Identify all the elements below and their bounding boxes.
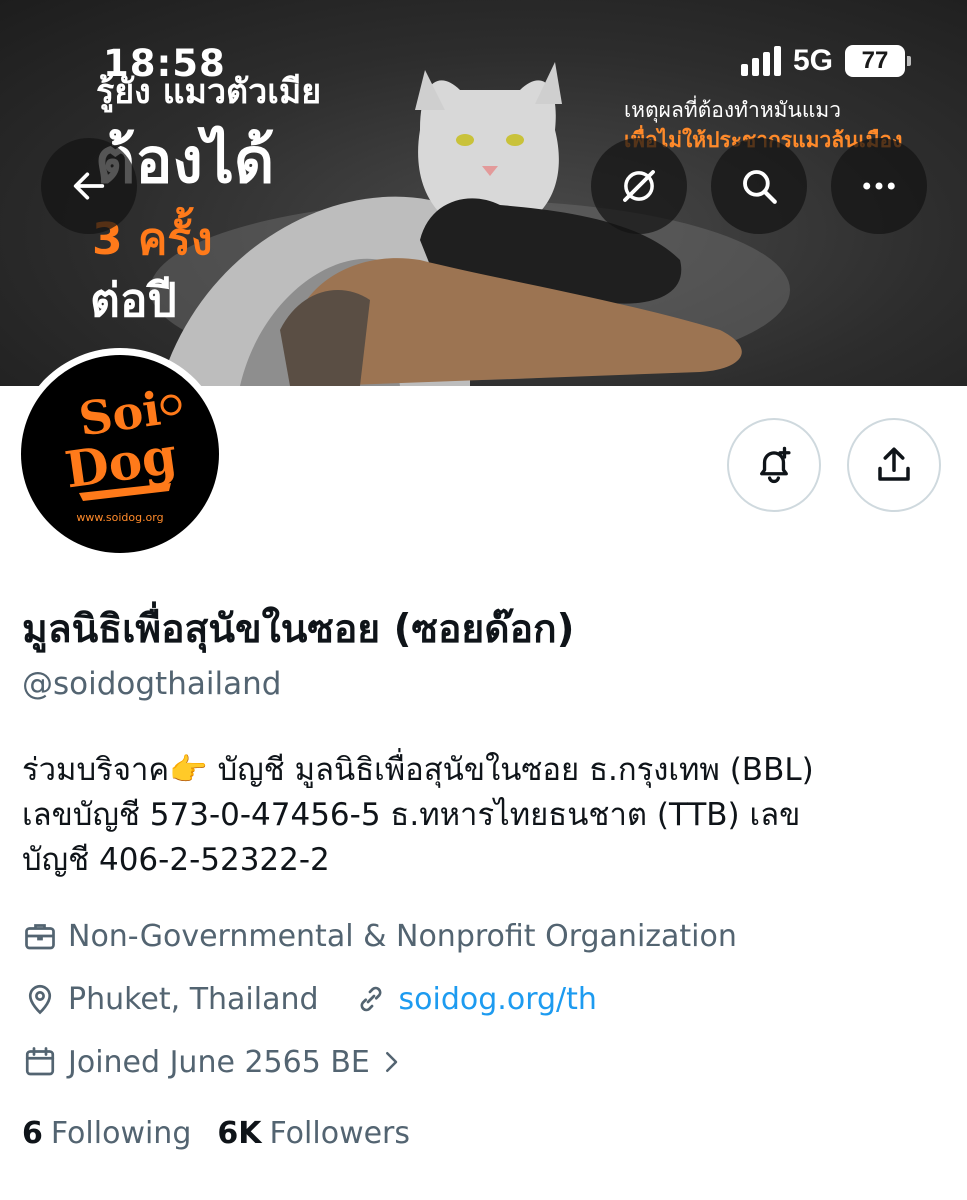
bio-line: เลขบัญชี 573-0-47456-5 ธ.ทหารไทยธนชาต (T… [22, 797, 801, 833]
website-link[interactable]: soidog.org/th [399, 982, 597, 1017]
profile-banner[interactable]: รู้ยัง แมวตัวเมีย ต้องได้ 3 ครั้ง ต่อปี … [0, 0, 967, 386]
following-label: Following [50, 1116, 192, 1151]
followers-label: Followers [269, 1116, 411, 1151]
profile-name: มูลนิธิเพื่อสุนัขในซอย (ซอยด๊อก) [22, 607, 575, 652]
logo-url: www.soidog.org [76, 511, 164, 524]
status-time: 18:58 [103, 42, 226, 85]
more-horizontal-icon [863, 182, 895, 190]
battery-icon: 77 [845, 45, 911, 77]
notifications-button[interactable] [727, 418, 821, 512]
soidog-logo: Soi Dog www.soidog.org [21, 355, 219, 553]
profile-handle: @soidogthailand [22, 666, 282, 702]
profile-stats: 6 Following 6K Followers [22, 1116, 410, 1151]
banner-subtext-1: เหตุผลที่ต้องทำหมันแมว [624, 98, 842, 122]
profile-bio: ร่วมบริจาค👉 บัญชี มูลนิธิเพื่อสุนัขในซอย… [22, 748, 952, 883]
bell-plus-icon [760, 446, 791, 484]
location-text: Phuket, Thailand [68, 981, 319, 1017]
joined-text: Joined June 2565 BE [68, 1044, 370, 1080]
search-button[interactable] [711, 138, 807, 234]
arrow-left-icon [73, 172, 105, 200]
share-button[interactable] [847, 418, 941, 512]
profile-joined-row[interactable]: Joined June 2565 BE [22, 1044, 416, 1080]
followers-link[interactable]: 6K Followers [217, 1116, 410, 1151]
status-indicators: 5G 77 [740, 44, 911, 78]
grok-slash-icon [623, 170, 655, 202]
search-icon [743, 170, 777, 204]
link-icon [360, 986, 382, 1012]
briefcase-icon [25, 924, 55, 950]
following-count: 6 [22, 1116, 43, 1151]
category-text: Non-Governmental & Nonprofit Organizatio… [68, 918, 737, 954]
chevron-right-icon [385, 1052, 398, 1072]
battery-level: 77 [861, 47, 889, 74]
profile-location-row: Phuket, Thailand soidog.org/th [22, 981, 597, 1017]
bio-line: ร่วมบริจาค👉 บัญชี มูลนิธิเพื่อสุนัขในซอย… [22, 752, 814, 788]
back-button[interactable] [41, 138, 137, 234]
profile-category: Non-Governmental & Nonprofit Organizatio… [22, 918, 737, 954]
calendar-icon [25, 1047, 55, 1076]
more-button[interactable] [831, 138, 927, 234]
network-type: 5G [792, 44, 833, 77]
grok-button[interactable] [591, 138, 687, 234]
bio-line: บัญชี 406-2-52322-2 [22, 842, 330, 878]
profile-avatar[interactable]: Soi Dog www.soidog.org [14, 348, 226, 560]
following-link[interactable]: 6 Following [22, 1116, 191, 1151]
signal-icon [740, 46, 781, 76]
followers-count: 6K [217, 1116, 262, 1151]
location-pin-icon [28, 984, 52, 1015]
share-upload-icon [878, 447, 910, 481]
banner-headline-4: ต่อปี [90, 273, 177, 327]
